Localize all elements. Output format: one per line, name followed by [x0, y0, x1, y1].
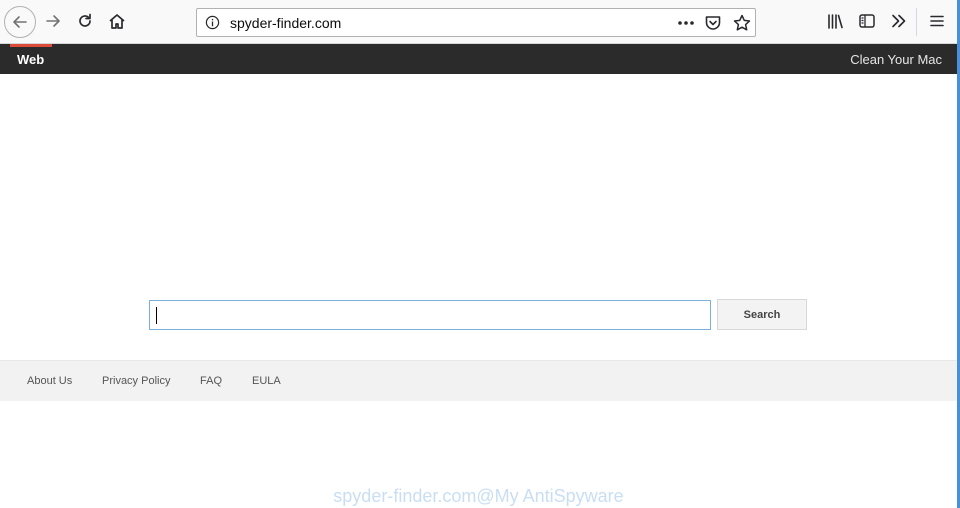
address-bar[interactable]: spyder-finder.com: [196, 8, 756, 37]
footer: About Us Privacy Policy FAQ EULA: [0, 360, 957, 401]
footer-link-privacy-policy[interactable]: Privacy Policy: [102, 375, 170, 387]
url-text[interactable]: spyder-finder.com: [230, 15, 341, 31]
clean-your-mac-link[interactable]: Clean Your Mac: [850, 52, 942, 67]
library-button[interactable]: [820, 6, 850, 36]
browser-toolbar: spyder-finder.com: [0, 0, 960, 44]
site-header: Web Clean Your Mac: [0, 44, 957, 74]
footer-link-faq[interactable]: FAQ: [200, 375, 222, 387]
active-tab-indicator: [10, 44, 52, 47]
back-button[interactable]: [4, 6, 36, 38]
forward-button[interactable]: [38, 6, 68, 36]
watermark: spyder-finder.com@My AntiSpyware: [333, 486, 624, 506]
ellipsis-icon[interactable]: [675, 13, 697, 33]
overflow-button[interactable]: [884, 6, 914, 36]
hamburger-icon: [930, 15, 944, 27]
search-button[interactable]: Search: [717, 299, 807, 330]
menu-button[interactable]: [922, 6, 952, 36]
home-button[interactable]: [102, 6, 132, 36]
arrow-right-icon: [46, 15, 60, 27]
search-input[interactable]: [149, 300, 711, 330]
star-icon[interactable]: [732, 13, 752, 33]
footer-link-eula[interactable]: EULA: [252, 375, 281, 387]
footer-link-about-us[interactable]: About Us: [27, 375, 72, 387]
sidebar-button[interactable]: [852, 6, 882, 36]
library-icon: [828, 14, 843, 29]
toolbar-separator: [916, 8, 917, 36]
arrow-left-icon: [13, 16, 27, 28]
sidebar-icon: [859, 14, 875, 28]
reload-icon: [79, 13, 91, 27]
info-icon[interactable]: [205, 15, 220, 30]
home-icon: [109, 14, 125, 29]
chevron-double-right-icon: [892, 14, 906, 28]
text-caret: [156, 307, 157, 324]
tab-web[interactable]: Web: [17, 52, 44, 67]
pocket-icon[interactable]: [704, 14, 722, 32]
reload-button[interactable]: [70, 6, 100, 36]
